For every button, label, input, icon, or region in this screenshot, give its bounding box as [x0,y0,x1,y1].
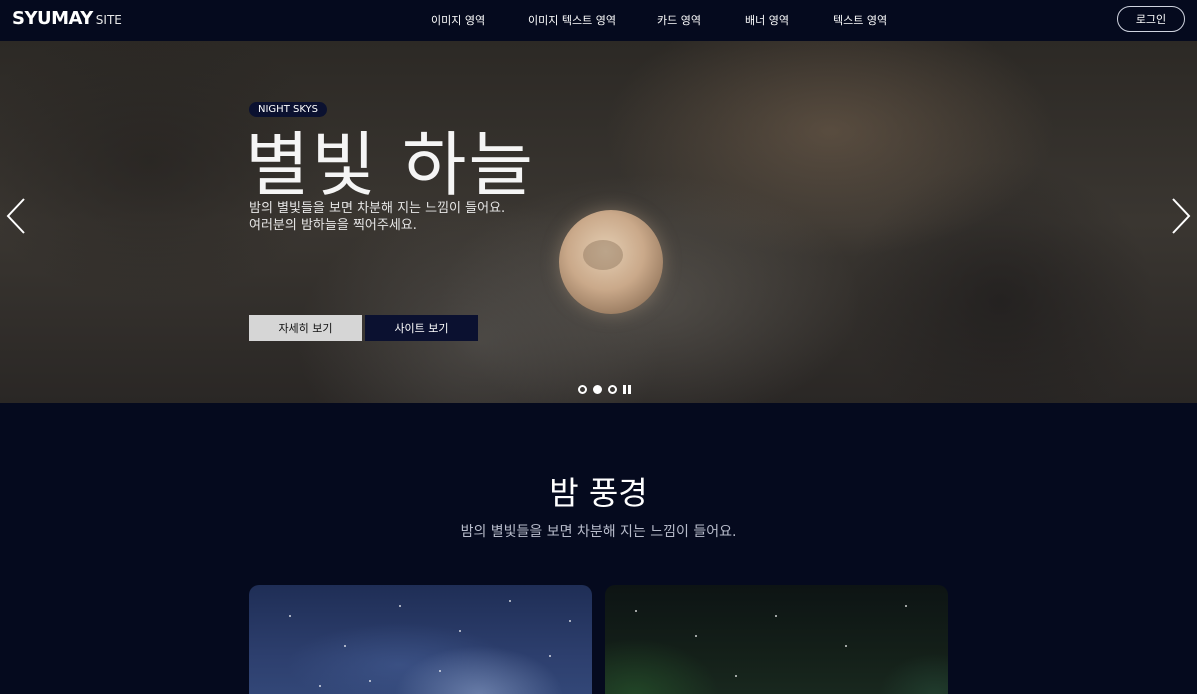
hero-title: 별빛 하늘 [245,124,535,206]
nav-item-text[interactable]: 텍스트 영역 [833,12,887,28]
hero-description: 밤의 별빛들을 보면 차분해 지는 느낌이 들어요. 여러분의 밤하늘을 찍어주… [249,200,505,234]
site-header: SYUMAY SITE 이미지 영역 이미지 텍스트 영역 카드 영역 배너 영역… [0,0,1197,41]
card-starry-sky[interactable] [249,585,592,694]
nav-item-image[interactable]: 이미지 영역 [431,12,485,28]
section-title: 밤 풍경 [549,474,648,512]
hero-description-line-1: 밤의 별빛들을 보면 차분해 지는 느낌이 들어요. [249,201,506,216]
nav-item-image-text[interactable]: 이미지 텍스트 영역 [528,12,616,28]
slide-dot-1[interactable] [578,384,587,394]
nav-item-banner[interactable]: 배너 영역 [745,12,789,28]
nav-item-card[interactable]: 카드 영역 [657,12,701,28]
login-button[interactable]: 로그인 [1117,6,1185,32]
slide-dot-2[interactable] [593,384,602,394]
slide-dot-3[interactable] [608,384,617,394]
hero-description-line-2: 여러분의 밤하늘을 찍어주세요. [249,218,417,233]
chevron-left-icon [6,198,25,234]
hero-slider: NIGHT SKYS 별빛 하늘 밤의 별빛들을 보면 차분해 지는 느낌이 들… [0,41,1197,403]
chevron-right-icon [1172,198,1191,234]
site-button[interactable]: 사이트 보기 [365,315,478,341]
detail-button[interactable]: 자세히 보기 [249,315,362,341]
card-aurora[interactable] [605,585,948,694]
main-nav: 이미지 영역 이미지 텍스트 영역 카드 영역 배너 영역 텍스트 영역 [0,12,1197,28]
slide-pagination [578,384,631,394]
section-description: 밤의 별빛들을 보면 차분해 지는 느낌이 들어요. [460,524,737,540]
moon-image [559,210,663,314]
pause-icon[interactable] [623,384,631,394]
next-slide-button[interactable] [1170,197,1192,235]
prev-slide-button[interactable] [5,197,27,235]
